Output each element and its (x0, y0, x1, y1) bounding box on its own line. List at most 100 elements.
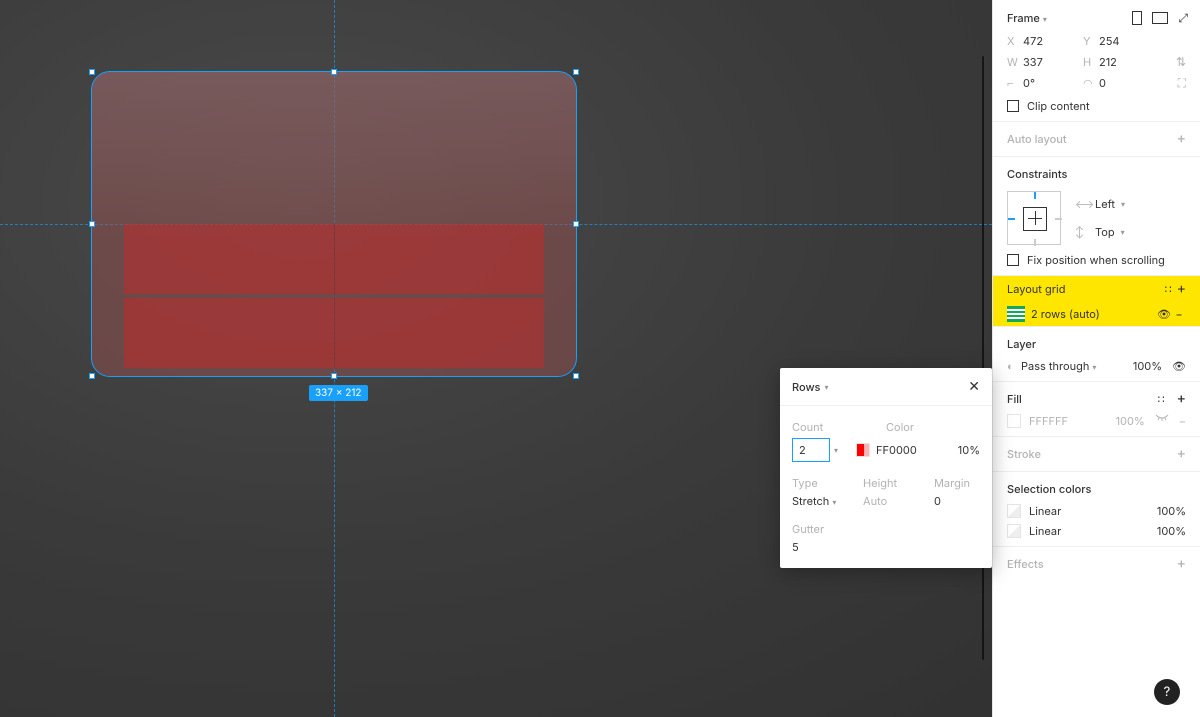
layout-grid-styles-icon[interactable]: ∷ (1165, 282, 1174, 296)
link-dimensions-icon[interactable]: ⇅ (1176, 54, 1186, 69)
gutter-input[interactable]: 5 (792, 540, 799, 554)
add-layout-grid-button[interactable]: + (1177, 280, 1186, 297)
resize-handle-bottom-middle[interactable] (331, 373, 337, 379)
y-label: Y (1083, 34, 1099, 48)
layer-title: Layer (1007, 337, 1036, 351)
fill-title: Fill (1007, 392, 1022, 406)
selection-color-2-opacity[interactable]: 100% (1157, 524, 1186, 538)
add-effect-button[interactable]: + (1177, 557, 1186, 571)
add-auto-layout-button[interactable]: + (1177, 132, 1186, 146)
auto-layout-title: Auto layout (1007, 132, 1067, 146)
linear-swatch-icon[interactable] (1007, 504, 1021, 518)
resize-handle-top-left[interactable] (89, 69, 95, 75)
layout-grid-title: Layout grid (1007, 282, 1065, 296)
radius-icon: ◠ (1083, 76, 1099, 90)
color-label: Color (886, 420, 980, 434)
color-opacity-input[interactable]: 10% (958, 443, 980, 457)
chevron-down-icon: ▾ (832, 497, 836, 507)
color-hex-input[interactable]: FF0000 (876, 443, 917, 457)
h-label: H (1083, 55, 1099, 69)
fill-swatch-icon[interactable] (1007, 414, 1021, 428)
resize-handle-middle-right[interactable] (573, 221, 579, 227)
selection-color-2[interactable]: Linear (1029, 524, 1061, 538)
visibility-toggle-icon[interactable]: 👁 (1172, 359, 1186, 373)
resize-handle-bottom-right[interactable] (573, 373, 579, 379)
height-label: Height (863, 476, 934, 490)
margin-label: Margin (934, 476, 980, 490)
layout-grid-popover: Rows ▾ ✕ Count Color 2 ▾ FF0000 10% Type… (780, 368, 992, 568)
blend-mode-icon: ◐ (1007, 359, 1021, 373)
resize-handle-top-middle[interactable] (331, 69, 337, 75)
effects-title: Effects (1007, 557, 1044, 571)
clip-content-checkbox[interactable] (1007, 100, 1019, 112)
selection-color-1[interactable]: Linear (1029, 504, 1061, 518)
resize-handle-bottom-left[interactable] (89, 373, 95, 379)
h-input[interactable]: 212 (1099, 55, 1159, 69)
remove-layout-grid-button[interactable]: − (1172, 307, 1186, 321)
x-input[interactable]: 472 (1023, 34, 1083, 48)
constraints-widget[interactable] (1007, 191, 1061, 245)
w-label: W (1007, 55, 1023, 69)
gutter-label: Gutter (792, 522, 980, 536)
add-stroke-button[interactable]: + (1177, 447, 1186, 461)
help-button[interactable]: ? (1154, 679, 1180, 705)
chevron-down-icon: ▾ (1092, 362, 1096, 372)
blend-mode-dropdown[interactable]: Pass through ▾ (1021, 359, 1096, 373)
fix-position-label: Fix position when scrolling (1027, 253, 1165, 267)
chevron-down-icon: ▾ (824, 382, 828, 392)
type-dropdown[interactable]: Stretch ▾ (792, 494, 863, 508)
add-fill-button[interactable]: + (1177, 392, 1186, 406)
y-input[interactable]: 254 (1099, 34, 1159, 48)
fill-styles-icon[interactable]: ∷ (1158, 392, 1167, 406)
chevron-down-icon: ▾ (1121, 227, 1125, 237)
type-label: Type (792, 476, 863, 490)
angle-icon: ⌐ (1007, 76, 1023, 90)
selected-frame[interactable] (92, 72, 576, 376)
x-label: X (1007, 34, 1023, 48)
count-label: Count (792, 420, 886, 434)
selection-size-badge: 337 × 212 (309, 385, 368, 401)
selection-colors-title: Selection colors (1007, 482, 1091, 496)
count-input[interactable]: 2 (792, 438, 830, 462)
orientation-landscape-icon[interactable] (1152, 12, 1168, 24)
rows-grid-icon[interactable] (1007, 306, 1025, 322)
close-icon[interactable]: ✕ (968, 378, 980, 395)
fix-position-checkbox[interactable] (1007, 254, 1019, 266)
chevron-down-icon: ▾ (1043, 14, 1047, 24)
selection-color-1-opacity[interactable]: 100% (1157, 504, 1186, 518)
canvas-scrollbar[interactable] (982, 56, 984, 660)
constraints-title: Constraints (1007, 167, 1067, 181)
visibility-toggle-icon[interactable]: 👁 (1156, 307, 1172, 321)
frame-dropdown[interactable]: Frame ▾ (1007, 11, 1047, 25)
radius-input[interactable]: 0 (1099, 76, 1159, 90)
count-stepper-icon[interactable]: ▾ (834, 445, 838, 455)
fill-opacity-input[interactable]: 100% (1116, 414, 1145, 428)
layout-grid-row-label[interactable]: 2 rows (auto) (1031, 307, 1156, 321)
count-input-value: 2 (799, 443, 806, 457)
constraint-horizontal-dropdown[interactable]: ⟷ Left ▾ (1075, 197, 1125, 211)
constraint-vertical-dropdown[interactable]: ↕ Top ▾ (1075, 225, 1125, 239)
resize-handle-top-right[interactable] (573, 69, 579, 75)
resize-to-fit-icon[interactable]: ⤢ (1178, 10, 1186, 26)
independent-corners-icon[interactable]: ⛶ (1178, 75, 1186, 91)
color-swatch-icon[interactable] (856, 443, 870, 457)
w-input[interactable]: 337 (1023, 55, 1083, 69)
hidden-icon[interactable] (1155, 414, 1169, 422)
grid-inner-line (334, 224, 335, 368)
chevron-down-icon: ▾ (1121, 199, 1125, 209)
layer-opacity-input[interactable]: 100% (1133, 359, 1162, 373)
horizontal-icon: ⟷ (1075, 197, 1089, 211)
resize-handle-middle-left[interactable] (89, 221, 95, 227)
linear-swatch-icon[interactable] (1007, 524, 1021, 538)
rotation-input[interactable]: 0° (1023, 76, 1083, 90)
height-input[interactable]: Auto (863, 494, 934, 508)
properties-panel: Frame ▾ ⤢ X 472 Y 254 W 337 H 212 ⇅ ⌐ 0°… (992, 0, 1200, 717)
remove-fill-button[interactable]: − (1179, 414, 1186, 428)
margin-input[interactable]: 0 (934, 494, 980, 508)
fill-hex-input[interactable]: FFFFFF (1029, 414, 1068, 428)
popover-title-dropdown[interactable]: Rows ▾ (792, 380, 829, 394)
stroke-title: Stroke (1007, 447, 1041, 461)
design-canvas[interactable]: 337 × 212 (0, 0, 992, 717)
popover-title: Rows (792, 380, 820, 394)
orientation-portrait-icon[interactable] (1132, 11, 1142, 25)
